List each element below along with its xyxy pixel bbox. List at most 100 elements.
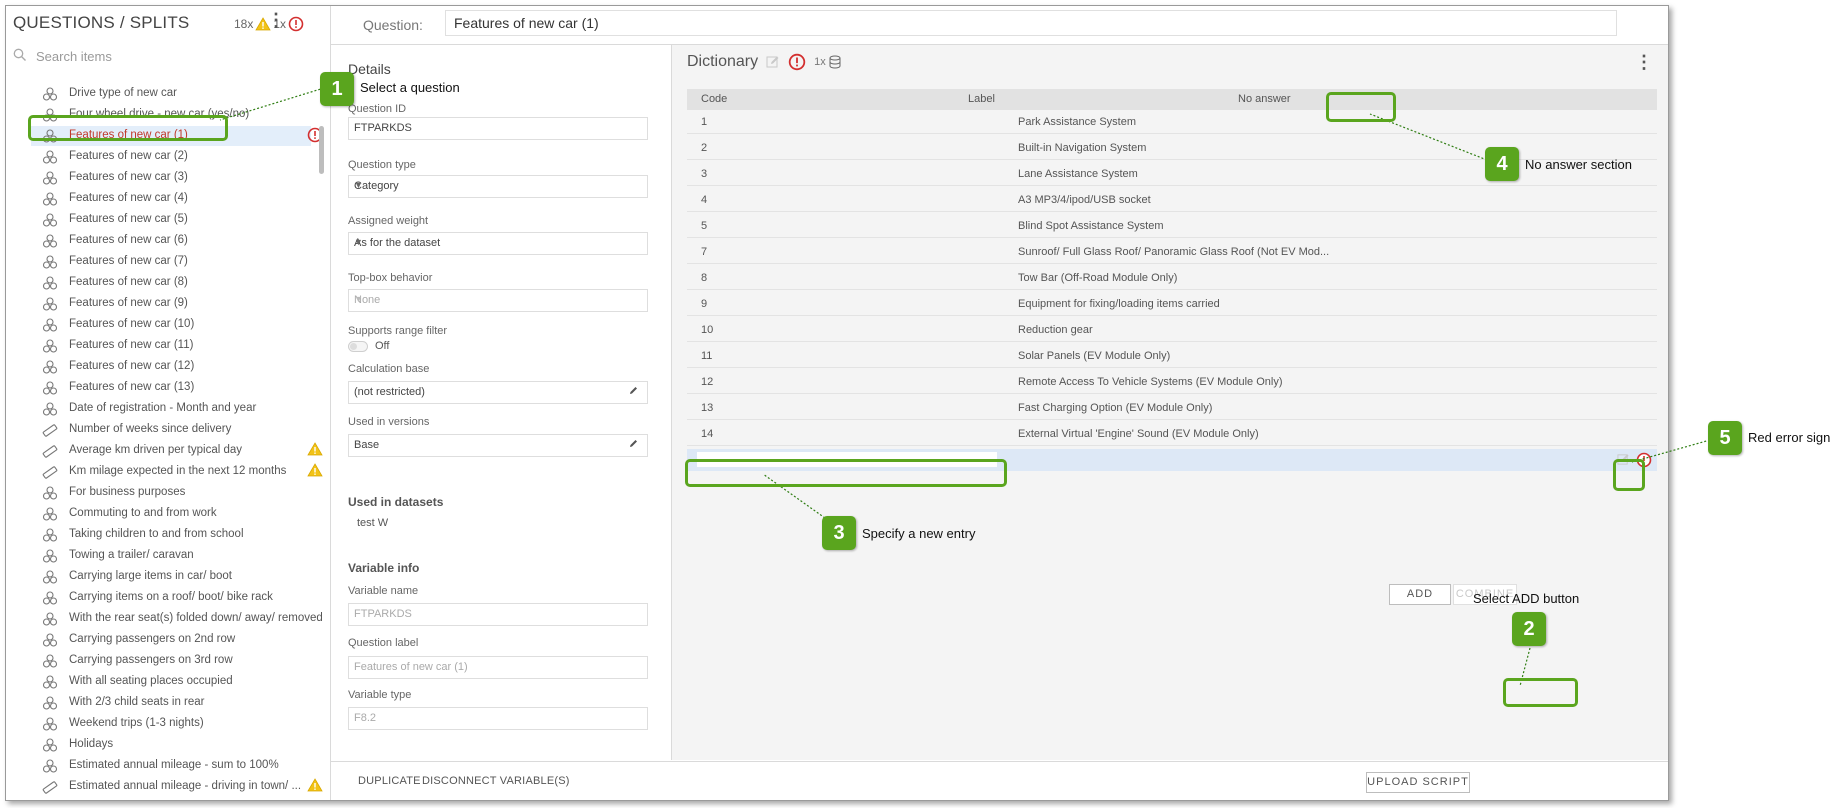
- list-item[interactable]: Km milage expected in the next 12 months: [31, 462, 323, 482]
- label-column-header[interactable]: Label: [968, 93, 995, 105]
- list-item-label: Features of new car (13): [69, 381, 195, 393]
- pencil-icon[interactable]: [628, 438, 639, 449]
- category-icon: [42, 717, 58, 731]
- pencil-icon[interactable]: [628, 385, 639, 396]
- calc-base-field[interactable]: (not restricted): [348, 381, 648, 404]
- question-id-value: FTPARKDS: [354, 122, 412, 134]
- list-item[interactable]: Features of new car (11): [31, 336, 311, 356]
- question-type-select[interactable]: Category ▼: [348, 175, 648, 198]
- list-item[interactable]: Taking children to and from school: [31, 525, 311, 545]
- list-item[interactable]: Features of new car (6): [31, 231, 311, 251]
- list-item[interactable]: Features of new car (3): [31, 168, 311, 188]
- table-row[interactable]: 4 A3 MP3/4/ipod/USB socket: [687, 189, 1657, 212]
- list-item[interactable]: Features of new car (13): [31, 378, 311, 398]
- list-item[interactable]: Average km driven per typical day: [31, 441, 323, 461]
- duplicate-button[interactable]: DUPLICATE: [358, 775, 421, 787]
- question-id-field[interactable]: FTPARKDS: [348, 117, 648, 140]
- category-icon: [42, 570, 58, 584]
- list-item[interactable]: Features of new car (12): [31, 357, 311, 377]
- datasets-title: Used in datasets: [348, 495, 444, 509]
- list-item[interactable]: Features of new car (2): [31, 147, 311, 167]
- no-answer-column-header[interactable]: No answer: [1238, 93, 1291, 105]
- list-item-label: Estimated annual mileage - driving in to…: [69, 780, 302, 792]
- list-item[interactable]: Carrying passengers on 2nd row: [31, 630, 311, 650]
- table-row[interactable]: 5 Blind Spot Assistance System: [687, 215, 1657, 238]
- table-row[interactable]: 7 Sunroof/ Full Glass Roof/ Panoramic Gla…: [687, 241, 1657, 264]
- category-icon: [42, 87, 58, 101]
- list-item[interactable]: Drive type of new car: [31, 84, 311, 104]
- question-bar: Question: Features of new car (1): [331, 6, 1668, 45]
- category-icon: [42, 234, 58, 248]
- list-item[interactable]: Holidays: [31, 735, 311, 755]
- more-options-icon[interactable]: ⋮: [267, 11, 285, 29]
- list-item[interactable]: Weekend trips (1-3 nights): [31, 714, 311, 734]
- list-item[interactable]: With the rear seat(s) folded down/ away/…: [31, 609, 323, 629]
- more-options-icon[interactable]: ⋮: [1635, 53, 1653, 71]
- table-row[interactable]: 11 Solar Panels (EV Module Only): [687, 345, 1657, 368]
- table-row[interactable]: 13 Fast Charging Option (EV Module Only): [687, 397, 1657, 420]
- list-item[interactable]: Towing a trailer/ caravan: [31, 546, 311, 566]
- list-item[interactable]: Number of weeks since delivery: [31, 420, 311, 440]
- callout-text-3: Specify a new entry: [862, 526, 976, 541]
- disconnect-variables-button[interactable]: DISCONNECT VARIABLE(S): [422, 775, 570, 787]
- assigned-weight-select[interactable]: As for the dataset ▼: [348, 232, 648, 255]
- list-item[interactable]: Features of new car (7): [31, 252, 311, 272]
- row-label: Built-in Navigation System: [1018, 142, 1147, 154]
- row-label: Lane Assistance System: [1018, 168, 1138, 180]
- question-name-input[interactable]: Features of new car (1): [445, 10, 1617, 36]
- table-row[interactable]: 14 External Virtual 'Engine' Sound (EV Mo…: [687, 423, 1657, 446]
- list-item[interactable]: Commuting to and from work: [31, 504, 311, 524]
- list-item[interactable]: Date of registration - Month and year: [31, 399, 311, 419]
- list-item[interactable]: Estimated annual mileage - driving in to…: [31, 777, 323, 797]
- list-item[interactable]: Carrying items on a roof/ boot/ bike rac…: [31, 588, 311, 608]
- list-item-label: Features of new car (5): [69, 213, 188, 225]
- numeric-icon: [42, 780, 58, 794]
- list-item-label: Carrying large items in car/ boot: [69, 570, 232, 582]
- list-item[interactable]: With all seating places occupied: [31, 672, 311, 692]
- table-row[interactable]: 12 Remote Access To Vehicle Systems (EV M…: [687, 371, 1657, 394]
- list-item[interactable]: Features of new car (9): [31, 294, 311, 314]
- list-item-label: Date of registration - Month and year: [69, 402, 257, 414]
- table-row[interactable]: 1 Park Assistance System: [687, 111, 1657, 134]
- list-item[interactable]: Features of new car (8): [31, 273, 311, 293]
- versions-value: Base: [354, 439, 380, 451]
- list-item-label: Towing a trailer/ caravan: [69, 549, 194, 561]
- list-item[interactable]: With 2/3 child seats in rear: [31, 693, 311, 713]
- list-scrollbar[interactable]: [319, 126, 324, 174]
- table-row[interactable]: 8 Tow Bar (Off-Road Module Only): [687, 267, 1657, 290]
- edit-icon[interactable]: [766, 55, 780, 69]
- code-column-header[interactable]: Code: [701, 93, 727, 105]
- error-icon: [288, 16, 304, 32]
- list-item[interactable]: Carrying large items in car/ boot: [31, 567, 311, 587]
- add-button[interactable]: ADD: [1389, 584, 1451, 605]
- upload-script-button[interactable]: UPLOAD SCRIPT: [1366, 772, 1470, 793]
- search-input[interactable]: Search items: [36, 49, 112, 64]
- list-item-label: Features of new car (7): [69, 255, 188, 267]
- callout-badge-3: 3: [822, 516, 856, 550]
- callout-text-5: Red error sign: [1748, 430, 1831, 445]
- row-label: External Virtual 'Engine' Sound (EV Modu…: [1018, 428, 1259, 440]
- list-item[interactable]: Estimated annual mileage - sum to 100%: [31, 756, 311, 776]
- list-item[interactable]: Features of new car (4): [31, 189, 311, 209]
- question-label-value: Features of new car (1): [354, 661, 468, 673]
- variable-name-value: FTPARKDS: [354, 608, 412, 620]
- list-item[interactable]: Features of new car (10): [31, 315, 311, 335]
- search-box[interactable]: Search items: [13, 46, 313, 68]
- list-item-label: Weekend trips (1-3 nights): [69, 717, 204, 729]
- dataset-count: 1x: [814, 55, 842, 69]
- table-row[interactable]: 10 Reduction gear: [687, 319, 1657, 342]
- list-item-label: Drive type of new car: [69, 87, 178, 99]
- versions-field[interactable]: Base: [348, 434, 648, 457]
- list-item[interactable]: Features of new car (5): [31, 210, 311, 230]
- range-filter-toggle[interactable]: [348, 341, 368, 352]
- question-id-label: Question ID: [348, 103, 407, 115]
- row-code: 1: [701, 116, 708, 128]
- list-item-label: Holidays: [69, 738, 114, 750]
- list-item-label: With all seating places occupied: [69, 675, 233, 687]
- list-item[interactable]: Carrying passengers on 3rd row: [31, 651, 311, 671]
- table-row[interactable]: 9 Equipment for fixing/loading items carr…: [687, 293, 1657, 316]
- topbox-select: None ▼: [348, 289, 648, 312]
- error-icon[interactable]: [788, 53, 806, 71]
- list-item[interactable]: For business purposes: [31, 483, 311, 503]
- row-label: Solar Panels (EV Module Only): [1018, 350, 1171, 362]
